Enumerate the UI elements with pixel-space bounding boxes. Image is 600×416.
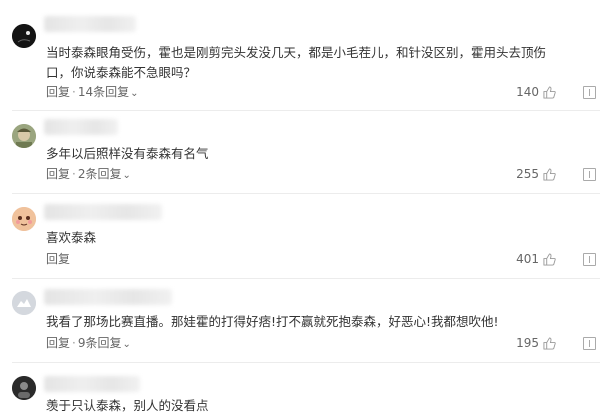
- report-icon[interactable]: [583, 168, 596, 181]
- thumb-up-icon[interactable]: [543, 167, 556, 181]
- username-blurred: [44, 204, 162, 220]
- view-replies-link[interactable]: 9条回复: [78, 336, 122, 350]
- black-avatar-icon[interactable]: [12, 24, 36, 48]
- view-replies-link[interactable]: 2条回复: [78, 167, 122, 181]
- thumb-up-icon[interactable]: [543, 336, 556, 350]
- divider: [12, 193, 600, 194]
- comment-actions: 回复 · 2条回复⌄: [46, 165, 131, 183]
- reply-button[interactable]: 回复: [46, 167, 70, 181]
- like-count: 140: [516, 85, 539, 99]
- separator: ·: [72, 167, 76, 181]
- username-blurred: [44, 16, 136, 32]
- chevron-down-icon[interactable]: ⌄: [122, 339, 130, 350]
- like-area: 255: [516, 165, 556, 183]
- comment-text: 多年以后照样没有泰森有名气: [46, 146, 209, 161]
- divider: [12, 278, 600, 279]
- character-avatar-icon[interactable]: [12, 124, 36, 148]
- reply-button[interactable]: 回复: [46, 252, 70, 266]
- username-blurred: [44, 376, 140, 392]
- report-icon[interactable]: [583, 253, 596, 266]
- reply-button[interactable]: 回复: [46, 336, 70, 350]
- reply-button[interactable]: 回复: [46, 85, 70, 99]
- report-icon[interactable]: [583, 86, 596, 99]
- divider: [12, 362, 600, 363]
- comment-actions: 回复: [46, 250, 70, 268]
- thumb-up-icon[interactable]: [543, 85, 556, 99]
- default-avatar-icon[interactable]: [12, 291, 36, 315]
- like-count: 401: [516, 252, 539, 266]
- like-area: 401: [516, 250, 556, 268]
- separator: ·: [72, 85, 76, 99]
- username-blurred: [44, 289, 172, 305]
- like-count: 195: [516, 336, 539, 350]
- comment-text: 喜欢泰森: [46, 230, 97, 245]
- comment-text: 我看了那场比赛直播。那娃霍的打得好痞!打不赢就死抱泰森，好恶心!我都想吹他!: [46, 314, 499, 329]
- comment-actions: 回复 · 14条回复⌄: [46, 83, 139, 101]
- separator: ·: [72, 336, 76, 350]
- chevron-down-icon[interactable]: ⌄: [122, 170, 130, 181]
- like-area: 140: [516, 83, 556, 101]
- report-icon[interactable]: [583, 337, 596, 350]
- comment-text: 羡于只认泰森，别人的没看点: [46, 398, 209, 413]
- thumb-up-icon[interactable]: [543, 252, 556, 266]
- comment-list: 当时泰森眼角受伤，霍也是刚剪完头发没几天，都是小毛茬儿，和针没区别，霍用头去顶伤…: [0, 0, 600, 413]
- cartoon-face-avatar-icon[interactable]: [12, 207, 36, 231]
- chevron-down-icon[interactable]: ⌄: [130, 88, 138, 99]
- view-replies-link[interactable]: 14条回复: [78, 85, 129, 99]
- like-count: 255: [516, 167, 539, 181]
- like-area: 195: [516, 334, 556, 352]
- username-blurred: [44, 119, 118, 135]
- divider: [12, 110, 600, 111]
- comment-actions: 回复 · 9条回复⌄: [46, 334, 131, 352]
- comment-text: 当时泰森眼角受伤，霍也是刚剪完头发没几天，都是小毛茬儿，和针没区别，霍用头去顶伤…: [46, 45, 547, 80]
- dark-avatar-icon[interactable]: [12, 376, 36, 400]
